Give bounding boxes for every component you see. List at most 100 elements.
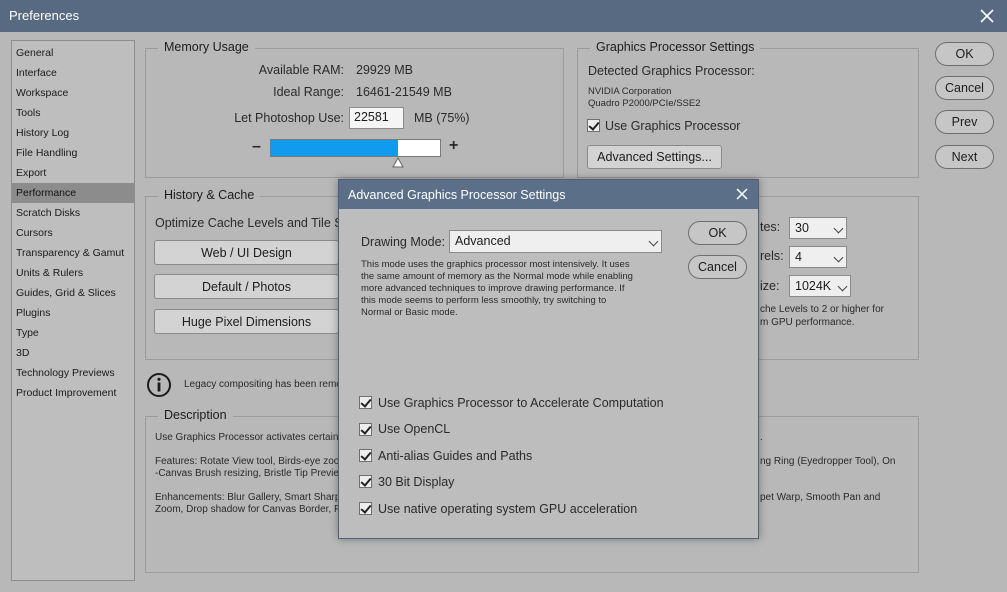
sidebar-item-cursors[interactable]: Cursors [12, 223, 134, 243]
optimize-cache-text: Optimize Cache Levels and Tile S [155, 216, 343, 230]
sidebar-item-tools[interactable]: Tools [12, 103, 134, 123]
anti-alias-label: Anti-alias Guides and Paths [378, 449, 533, 463]
sidebar-item-plugins[interactable]: Plugins [12, 303, 134, 323]
anti-alias-checkbox[interactable] [359, 449, 372, 462]
cache-note-line2: m GPU performance. [760, 317, 855, 328]
sidebar-item-type[interactable]: Type [12, 323, 134, 343]
description-line1: Use Graphics Processor activates certain [155, 432, 339, 443]
dialog-ok-button[interactable]: OK [688, 221, 747, 245]
cache-levels-value: 4 [795, 250, 802, 264]
sidebar-item-performance[interactable]: Performance [12, 183, 134, 203]
gpu-settings-legend: Graphics Processor Settings [590, 40, 761, 54]
description-features-right: ng Ring (Eyedropper Tool), On [760, 456, 896, 467]
memory-percent-label: MB (75%) [414, 111, 470, 125]
accelerate-computation-checkbox[interactable] [359, 396, 372, 409]
30-bit-display-checkbox[interactable] [359, 475, 372, 488]
sidebar-item-units-rulers[interactable]: Units & Rulers [12, 263, 134, 283]
sidebar-item-interface[interactable]: Interface [12, 63, 134, 83]
decrease-memory-button[interactable]: – [252, 138, 261, 156]
sidebar-item-guides-grid-slices[interactable]: Guides, Grid & Slices [12, 283, 134, 303]
accelerate-computation-label: Use Graphics Processor to Accelerate Com… [378, 396, 664, 410]
detected-gpu-label: Detected Graphics Processor: [588, 64, 755, 78]
cancel-button[interactable]: Cancel [935, 76, 994, 100]
sidebar-item-workspace[interactable]: Workspace [12, 83, 134, 103]
dialog-title-bar: Advanced Graphics Processor Settings [339, 180, 758, 209]
native-gpu-acceleration-label: Use native operating system GPU accelera… [378, 502, 638, 516]
memory-usage-legend: Memory Usage [158, 40, 255, 54]
ideal-range-label: Ideal Range: [273, 85, 344, 99]
dialog-title: Advanced Graphics Processor Settings [348, 188, 566, 202]
chevron-down-icon [837, 281, 848, 292]
tile-size-select[interactable]: 1024K [789, 275, 851, 297]
description-legend: Description [158, 408, 233, 422]
drawing-mode-desc-4: this mode seems to perform less smoothly… [361, 295, 607, 306]
gpu-model: Quadro P2000/PCIe/SSE2 [588, 98, 701, 109]
sidebar-item-export[interactable]: Export [12, 163, 134, 183]
memory-slider[interactable] [270, 139, 441, 157]
history-states-value: 30 [795, 221, 809, 235]
drawing-mode-value: Advanced [455, 234, 511, 248]
use-gpu-label: Use Graphics Processor [605, 119, 741, 133]
close-icon[interactable] [975, 4, 999, 28]
tile-size-label: ize: [760, 279, 780, 293]
drawing-mode-label: Drawing Mode: [361, 235, 446, 249]
memory-slider-fill [271, 140, 398, 156]
next-button[interactable]: Next [935, 145, 994, 169]
drawing-mode-desc-5: Normal or Basic mode. [361, 307, 458, 318]
description-enhancements-1: Enhancements: Blur Gallery, Smart Sharp [155, 492, 341, 503]
sidebar-item-scratch-disks[interactable]: Scratch Disks [12, 203, 134, 223]
sidebar-item-file-handling[interactable]: File Handling [12, 143, 134, 163]
use-gpu-checkbox[interactable] [587, 119, 600, 132]
prev-button[interactable]: Prev [935, 110, 994, 134]
memory-amount-input[interactable]: 22581 [349, 107, 404, 129]
ok-button[interactable]: OK [935, 42, 994, 66]
cache-levels-select[interactable]: 4 [789, 246, 847, 268]
description-enhancements-2: Zoom, Drop shadow for Canvas Border, P [155, 504, 341, 515]
title-bar: Preferences [0, 0, 1007, 32]
sidebar-item-general[interactable]: General [12, 43, 134, 63]
default-photos-button[interactable]: Default / Photos [154, 274, 339, 299]
let-photoshop-use-label: Let Photoshop Use: [234, 111, 344, 125]
description-features-1: Features: Rotate View tool, Birds-eye zo… [155, 456, 343, 467]
available-ram-label: Available RAM: [258, 63, 344, 77]
use-opencl-checkbox[interactable] [359, 423, 372, 436]
history-cache-legend: History & Cache [158, 188, 261, 202]
web-ui-design-button[interactable]: Web / UI Design [154, 240, 339, 265]
chevron-down-icon [648, 236, 659, 247]
native-gpu-acceleration-checkbox[interactable] [359, 502, 372, 515]
cache-levels-label: rels: [760, 249, 784, 263]
drawing-mode-desc-2: the same amount of memory as the Normal … [361, 271, 633, 282]
description-line1-end: . [760, 432, 763, 443]
history-states-select[interactable]: 30 [789, 217, 847, 239]
history-states-label: tes: [760, 220, 781, 234]
gpu-vendor: NVIDIA Corporation [588, 86, 672, 97]
memory-slider-thumb[interactable] [392, 157, 404, 168]
cache-note-line1: che Levels to 2 or higher for [760, 304, 884, 315]
sidebar-item-technology-previews[interactable]: Technology Previews [12, 363, 134, 383]
dialog-cancel-button[interactable]: Cancel [688, 255, 747, 279]
increase-memory-button[interactable]: + [449, 137, 458, 155]
sidebar-item-3d[interactable]: 3D [12, 343, 134, 363]
30-bit-display-label: 30 Bit Display [378, 475, 455, 489]
ideal-range-value: 16461-21549 MB [356, 85, 452, 99]
huge-pixel-dimensions-button[interactable]: Huge Pixel Dimensions [154, 309, 339, 334]
drawing-mode-desc-1: This mode uses the graphics processor mo… [361, 259, 630, 270]
info-icon [147, 373, 171, 397]
legacy-compositing-text: Legacy compositing has been remo [184, 379, 342, 390]
description-features-2: -Canvas Brush resizing, Bristle Tip Prev… [155, 468, 339, 479]
tile-size-value: 1024K [795, 279, 832, 293]
chevron-down-icon [833, 252, 844, 263]
drawing-mode-desc-3: more advanced techniques to improve draw… [361, 283, 625, 294]
available-ram-value: 29929 MB [356, 63, 413, 77]
category-sidebar: General Interface Workspace Tools Histor… [11, 40, 135, 581]
sidebar-item-history-log[interactable]: History Log [12, 123, 134, 143]
drawing-mode-select[interactable]: Advanced [449, 230, 662, 253]
sidebar-item-transparency-gamut[interactable]: Transparency & Gamut [12, 243, 134, 263]
advanced-settings-button[interactable]: Advanced Settings... [587, 145, 722, 169]
window-title: Preferences [9, 8, 80, 23]
chevron-down-icon [833, 223, 844, 234]
sidebar-item-product-improvement[interactable]: Product Improvement [12, 383, 134, 403]
advanced-gpu-dialog: Advanced Graphics Processor Settings Dra… [338, 179, 759, 539]
description-enhancements-right: pet Warp, Smooth Pan and [760, 492, 881, 503]
close-icon[interactable] [732, 184, 752, 204]
